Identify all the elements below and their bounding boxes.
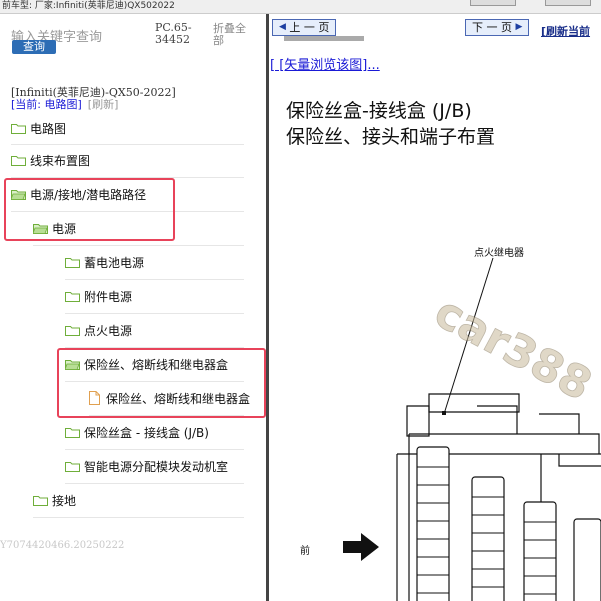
next-page-button[interactable]: 下 一 页 ▶: [465, 19, 530, 36]
diagram-title-line1: 保险丝盒-接线盒 (J/B): [286, 100, 472, 122]
clipped-text-fragment: [284, 36, 364, 41]
tree-item-ground[interactable]: 接地: [33, 490, 76, 510]
separator: [33, 245, 244, 246]
app-window: 前车型: 厂家:Infiniti(英菲尼迪)QX502022 输入关键字查询 查…: [0, 0, 601, 601]
tree-item-label: 线束布置图: [30, 153, 91, 168]
top-toolbar-button-1[interactable]: [470, 0, 516, 6]
tree-item-label: 智能电源分配模块发动机室: [84, 459, 229, 474]
highlight-box-power-path: [4, 178, 175, 241]
tree-item-label: 接地: [52, 493, 77, 508]
folder-icon: [65, 427, 80, 438]
separator: [65, 449, 244, 450]
separator: [65, 483, 244, 484]
pc-code-label: PC.65-34452: [155, 21, 192, 46]
folder-icon: [11, 123, 26, 134]
prev-page-label: 上 一 页: [289, 21, 330, 34]
folder-icon: [65, 291, 80, 302]
vector-view-link[interactable]: [ [矢量浏览该图]...: [270, 54, 380, 73]
next-page-label: 下 一 页: [472, 21, 512, 34]
left-tree-panel: 输入关键字查询 查询 PC.65-34452 折叠全部 [Infiniti(英菲…: [0, 14, 266, 601]
vehicle-info-text: 前车型: 厂家:Infiniti(英菲尼迪)QX502022: [2, 1, 175, 11]
diagram-title-line2: 保险丝、接头和端子布置: [286, 126, 496, 148]
front-direction-label: 前: [300, 546, 310, 557]
refresh-link[interactable]: [刷新]: [88, 98, 119, 111]
tree-item-fuse-box-jb[interactable]: 保险丝盒 - 接线盒 (J/B): [65, 422, 209, 442]
triangle-right-icon: ▶: [515, 22, 523, 32]
tree-item-harness-layout[interactable]: 线束布置图: [11, 150, 90, 170]
tree-item-label: 蓄电池电源: [84, 255, 145, 270]
ignition-relay-callout: 点火继电器: [474, 248, 524, 259]
diagram-title: 保险丝盒-接线盒 (J/B) 保险丝、接头和端子布置: [286, 98, 495, 150]
tree-item-battery-power[interactable]: 蓄电池电源: [65, 252, 144, 272]
folder-icon: [33, 495, 48, 506]
top-toolbar-button-2[interactable]: [545, 0, 591, 6]
separator: [65, 279, 244, 280]
folder-icon: [65, 325, 80, 336]
current-label: [当前: 电路图]: [11, 98, 82, 111]
triangle-left-icon: ◀: [279, 22, 286, 32]
car388-watermark: car388: [426, 286, 599, 411]
tree-item-accessory-power[interactable]: 附件电源: [65, 286, 132, 306]
front-arrow-icon: [343, 533, 379, 561]
separator: [11, 144, 244, 145]
folder-icon: [65, 461, 80, 472]
tree-item-label: 附件电源: [84, 289, 133, 304]
prev-page-button[interactable]: ◀ 上 一 页: [272, 19, 337, 36]
separator: [33, 517, 244, 518]
highlight-box-fuse-relay: [57, 348, 266, 418]
diagram-panel: car388 ◀ 上 一 页 下 一 页 ▶ [刷新当前 [ [矢量浏览该图].…: [269, 14, 601, 601]
bottom-code-watermark: Y7074420466.20250222: [0, 540, 125, 551]
refresh-current-link[interactable]: [刷新当前: [541, 23, 590, 39]
tree-item-ipdm-engine-room[interactable]: 智能电源分配模块发动机室: [65, 456, 228, 476]
separator: [65, 313, 244, 314]
query-button[interactable]: 查询: [12, 40, 56, 54]
folder-icon: [65, 257, 80, 268]
tree-item-ignition-power[interactable]: 点火电源: [65, 320, 132, 340]
tree-item-label: 点火电源: [84, 323, 133, 338]
top-info-bar: 前车型: 厂家:Infiniti(英菲尼迪)QX502022: [0, 0, 601, 14]
folder-icon: [11, 155, 26, 166]
tree-item-label: 保险丝盒 - 接线盒 (J/B): [84, 425, 209, 440]
fuse-columns: [416, 446, 601, 601]
collapse-all-link[interactable]: 折叠全部: [213, 23, 253, 47]
tree-item-circuit-diagram[interactable]: 电路图: [11, 118, 66, 138]
tree-item-label: 电路图: [30, 121, 67, 136]
current-location: [当前: 电路图] [刷新]: [11, 96, 118, 112]
